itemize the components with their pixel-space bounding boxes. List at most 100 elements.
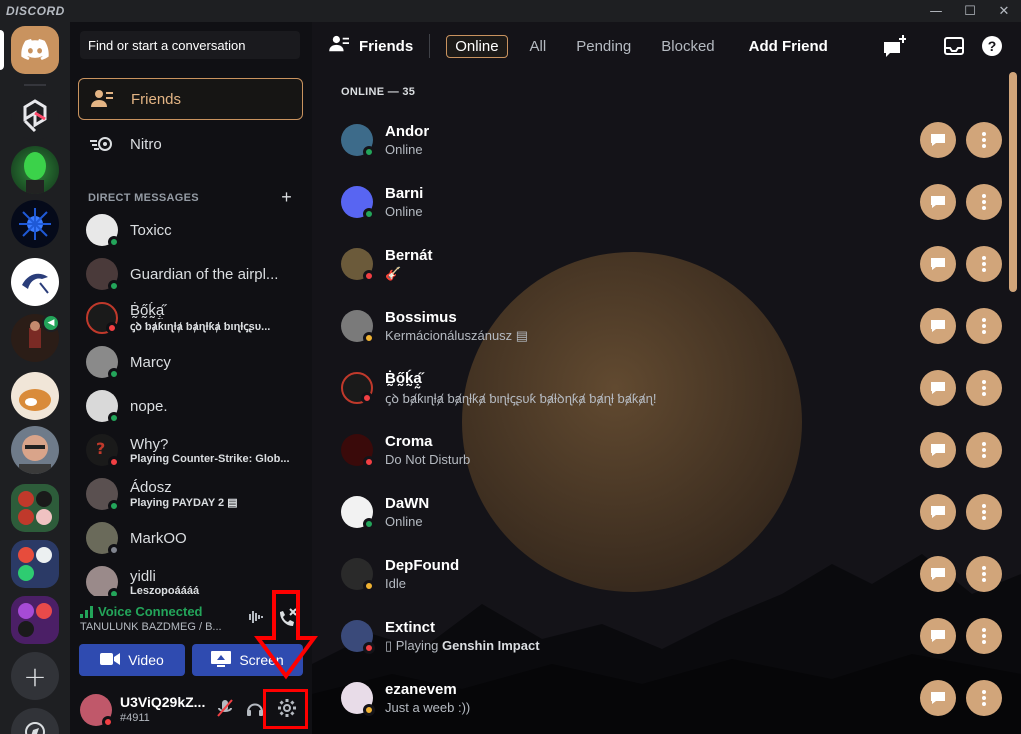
dm-status-text: Playing Counter-Strike: Glob...: [130, 452, 290, 465]
friend-row[interactable]: Bossimus Kermácionáluszánusz ▤: [332, 295, 1002, 357]
dm-item[interactable]: MarkOO: [78, 516, 304, 560]
chat-bubble-icon: [931, 630, 945, 642]
server-fox[interactable]: [11, 372, 59, 420]
app-brand: DISCORD: [6, 4, 65, 18]
dm-name: Ádosz: [130, 479, 172, 496]
dm-item[interactable]: Ḃ̰ő̰ḱ̰ạ̰̋ ꞔꝺ ƅⱥƙιɳƚⱥ ƅⱥɳƚƙⱥ ƅιɳƚꞔʂυ...: [78, 296, 304, 340]
dm-status-text: ꞔꝺ ƅⱥƙιɳƚⱥ ƅⱥɳƚƙⱥ ƅιɳƚꞔʂυ...: [130, 321, 271, 333]
activity-prefix: Playing: [395, 637, 443, 653]
status-online: [108, 500, 120, 512]
message-button[interactable]: [920, 680, 956, 716]
more-button[interactable]: [966, 556, 1002, 592]
chat-bubble-icon: [931, 134, 945, 146]
tab-online[interactable]: Online: [446, 34, 508, 58]
more-button[interactable]: [966, 680, 1002, 716]
more-button[interactable]: [966, 246, 1002, 282]
minimize-button[interactable]: —: [919, 0, 953, 22]
explore-button[interactable]: [11, 708, 59, 734]
more-vertical-icon: [982, 566, 986, 582]
friend-row[interactable]: Croma Do Not Disturb: [332, 419, 1002, 481]
friend-row[interactable]: DepFound Idle: [332, 543, 1002, 605]
friend-row[interactable]: Ḃ̰ő̰ḱ̰ạ̰̋ ꞔꝺ ƅⱥƙιɳƚⱥ ƅⱥɳƚƙⱥ ƅιɳƚꞔʂυƙ ƅⱥƚꝺ…: [332, 357, 1002, 419]
friend-row[interactable]: ezanevem Just a weeb :)): [332, 667, 1002, 729]
friend-row[interactable]: Andor Online: [332, 109, 1002, 171]
status-offline: [108, 544, 120, 556]
dm-header-label: DIRECT MESSAGES: [88, 191, 199, 204]
status-dnd: [363, 456, 375, 468]
dm-item[interactable]: Toxicc: [78, 208, 304, 252]
user-avatar[interactable]: [80, 694, 114, 728]
more-button[interactable]: [966, 618, 1002, 654]
window-controls: — ☐ ✕: [919, 0, 1021, 22]
more-button[interactable]: [966, 122, 1002, 158]
message-button[interactable]: [920, 246, 956, 282]
friends-icon: [91, 87, 115, 111]
friends-title: Friends: [329, 35, 413, 57]
more-button[interactable]: [966, 370, 1002, 406]
friend-row[interactable]: Barni Online: [332, 171, 1002, 233]
server-kali[interactable]: [11, 258, 59, 306]
message-button[interactable]: [920, 308, 956, 344]
folder-icon: [18, 491, 52, 525]
video-button[interactable]: Video: [79, 644, 185, 676]
server-alien[interactable]: [11, 146, 59, 194]
friend-list-scrollbar[interactable]: [1009, 72, 1017, 292]
friend-row[interactable]: Bernát 🎸: [332, 233, 1002, 295]
dm-item[interactable]: Marcy: [78, 340, 304, 384]
help-button[interactable]: ?: [980, 34, 1004, 58]
mute-button[interactable]: [213, 696, 237, 720]
inbox-button[interactable]: [942, 34, 966, 58]
tab-all[interactable]: All: [522, 36, 555, 57]
status-idle: [363, 580, 375, 592]
message-button[interactable]: [920, 370, 956, 406]
tab-blocked[interactable]: Blocked: [653, 36, 722, 57]
add-server-button[interactable]: +: [11, 652, 59, 700]
chat-bubble-icon: [931, 568, 945, 580]
server-folder-2[interactable]: [11, 540, 59, 588]
title-bar: DISCORD — ☐ ✕: [0, 0, 1021, 22]
message-button[interactable]: [920, 122, 956, 158]
avatar: [341, 620, 375, 654]
server-blue-burst[interactable]: [11, 200, 59, 248]
dm-item[interactable]: Ádosz Playing PAYDAY 2 ▤: [78, 472, 304, 516]
dm-name: yidli: [130, 567, 156, 585]
message-button[interactable]: [920, 618, 956, 654]
tab-pending[interactable]: Pending: [568, 36, 639, 57]
server-face[interactable]: [11, 426, 59, 474]
message-button[interactable]: [920, 556, 956, 592]
friends-title-label: Friends: [359, 37, 414, 55]
dm-item[interactable]: nope.: [78, 384, 304, 428]
search-button[interactable]: Find or start a conversation: [80, 31, 300, 59]
more-vertical-icon: [982, 442, 986, 458]
server-red-logo[interactable]: [11, 92, 59, 140]
red-geometric-logo-icon: [23, 99, 47, 133]
message-button[interactable]: [920, 432, 956, 468]
more-button[interactable]: [966, 308, 1002, 344]
friend-name: DaWN: [385, 495, 430, 512]
nav-friends[interactable]: Friends: [78, 78, 303, 120]
more-vertical-icon: [982, 318, 986, 334]
dm-item[interactable]: ? Why? Playing Counter-Strike: Glob...: [78, 428, 304, 472]
friend-name: DepFound: [385, 557, 460, 574]
maximize-button[interactable]: ☐: [953, 0, 987, 22]
friend-row[interactable]: DaWN Online: [332, 481, 1002, 543]
friend-row[interactable]: Extinct ▯ Playing Genshin Impact: [332, 605, 1002, 667]
more-button[interactable]: [966, 432, 1002, 468]
tab-add-friend[interactable]: Add Friend: [741, 36, 836, 57]
server-folder-3[interactable]: [11, 596, 59, 644]
more-button[interactable]: [966, 184, 1002, 220]
more-button[interactable]: [966, 494, 1002, 530]
create-dm-button[interactable]: +: [281, 187, 292, 208]
dm-item[interactable]: Guardian of the airpl...: [78, 252, 304, 296]
server-folder-1[interactable]: [11, 484, 59, 532]
voice-channel[interactable]: TANULUNK BAZDMEG / B...: [80, 621, 230, 633]
new-group-dm-button[interactable]: [882, 34, 906, 58]
close-button[interactable]: ✕: [987, 0, 1021, 22]
message-button[interactable]: [920, 494, 956, 530]
plus-icon: +: [23, 659, 47, 693]
more-vertical-icon: [982, 256, 986, 272]
nav-nitro[interactable]: Nitro: [78, 123, 303, 165]
home-button[interactable]: [11, 26, 59, 74]
status-dnd: [363, 270, 375, 282]
message-button[interactable]: [920, 184, 956, 220]
